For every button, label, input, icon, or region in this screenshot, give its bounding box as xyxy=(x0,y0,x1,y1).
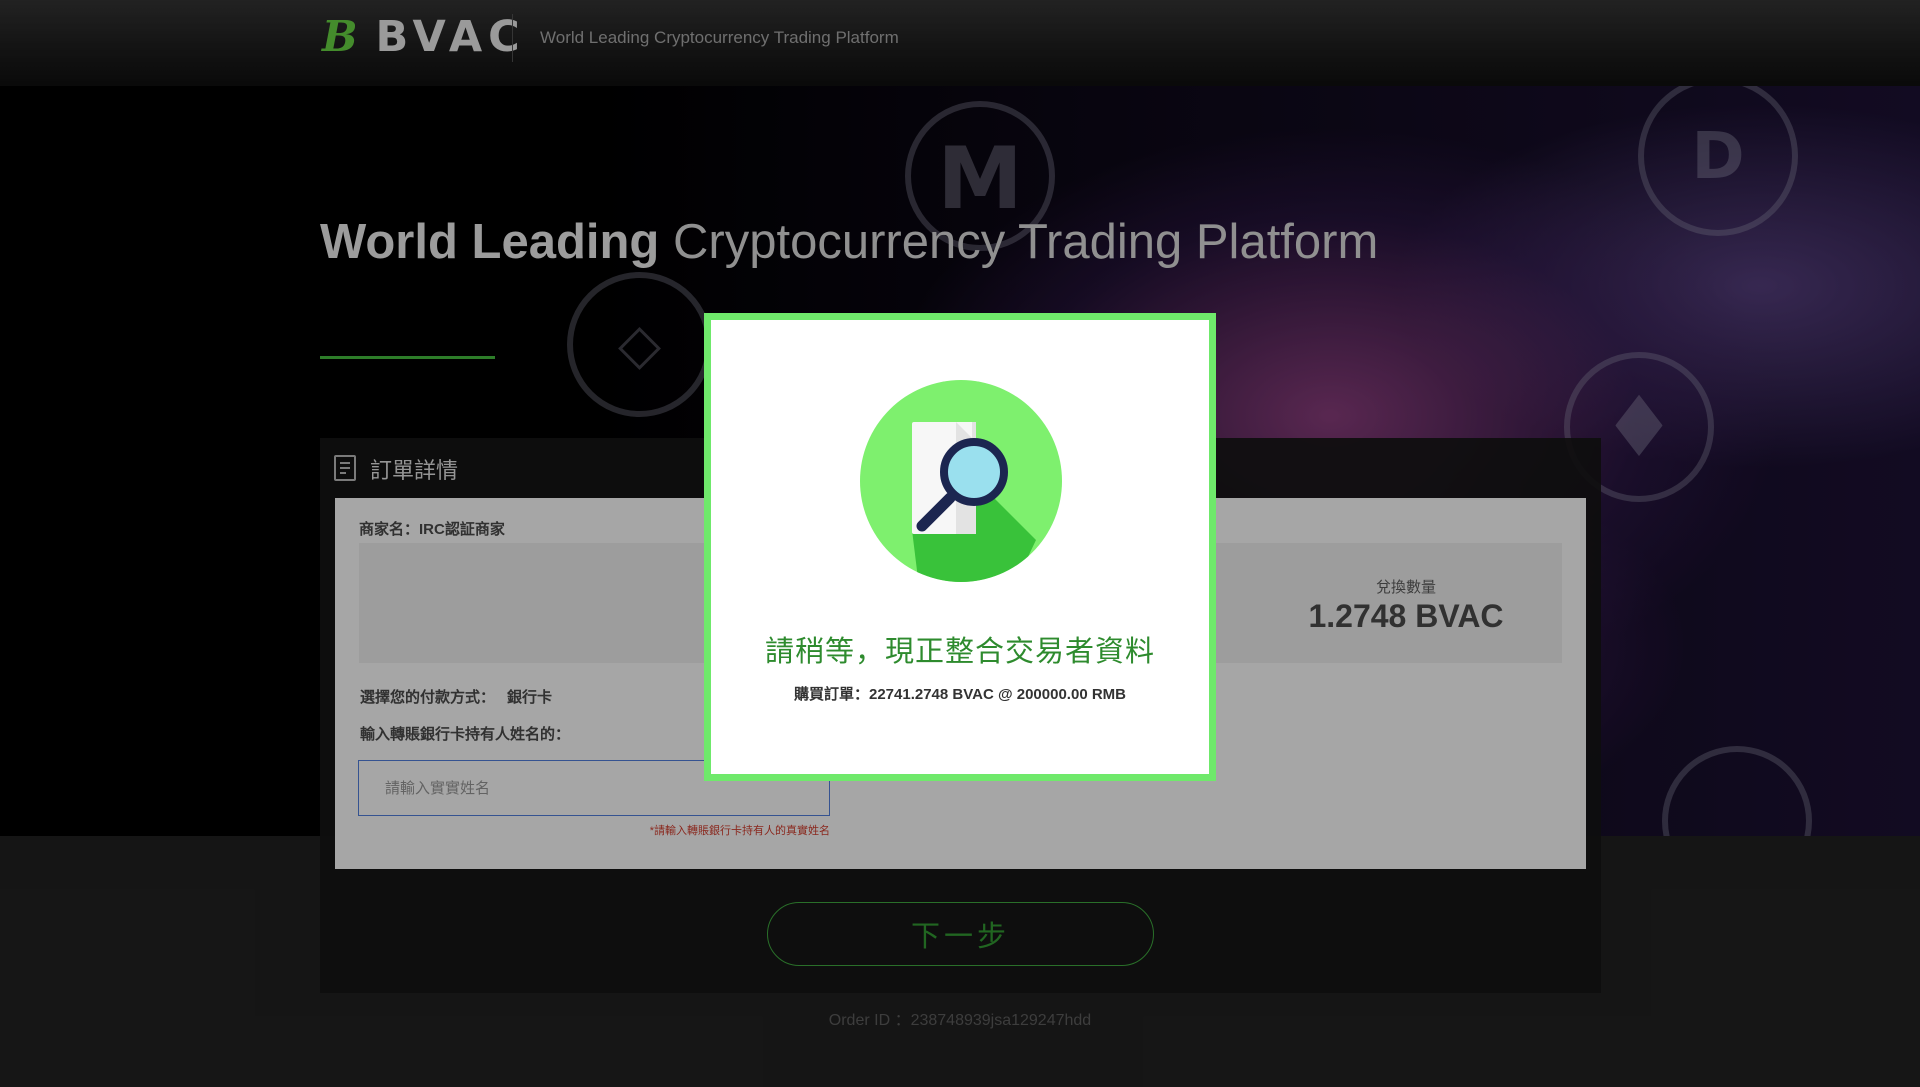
modal-order-summary: 購買訂單：22741.2748 BVAC @ 200000.00 RMB xyxy=(793,686,1126,703)
modal-title: 請稍等，現正整合交易者資料 xyxy=(764,636,1155,668)
document-search-icon xyxy=(860,380,1062,582)
loading-modal: 請稍等，現正整合交易者資料 購買訂單：22741.2748 BVAC @ 200… xyxy=(704,313,1216,781)
